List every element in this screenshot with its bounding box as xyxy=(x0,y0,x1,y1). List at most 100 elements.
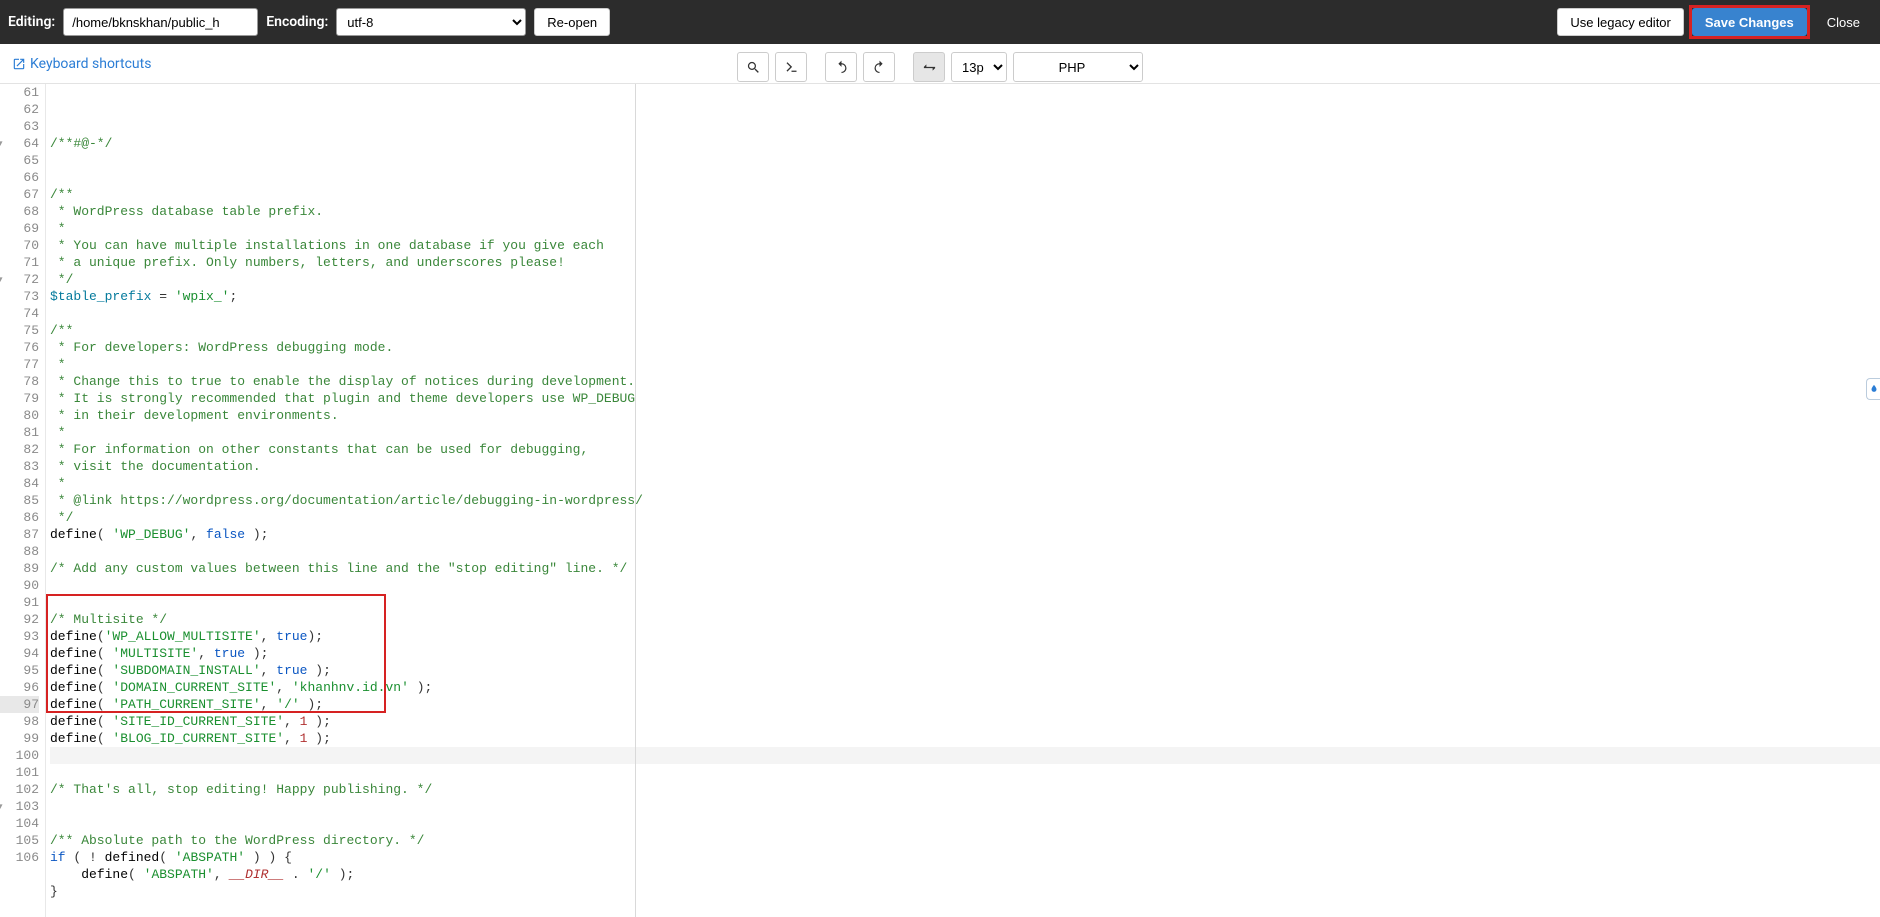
line-number: 98 xyxy=(0,713,39,730)
code-line[interactable]: define( 'DOMAIN_CURRENT_SITE', 'khanhnv.… xyxy=(50,679,1880,696)
fold-marker-icon[interactable]: ▾ xyxy=(0,272,3,289)
wrap-toggle-button[interactable] xyxy=(913,52,945,82)
save-changes-button[interactable]: Save Changes xyxy=(1692,8,1807,36)
code-line[interactable]: /** Absolute path to the WordPress direc… xyxy=(50,832,1880,849)
code-line[interactable]: define('WP_ALLOW_MULTISITE', true); xyxy=(50,628,1880,645)
line-number: 61 xyxy=(0,84,39,101)
code-line[interactable]: * xyxy=(50,220,1880,237)
file-path-input[interactable] xyxy=(63,8,258,36)
line-number: 78 xyxy=(0,373,39,390)
code-line[interactable]: * a unique prefix. Only numbers, letters… xyxy=(50,254,1880,271)
language-select[interactable]: PHP xyxy=(1013,52,1143,82)
code-line[interactable]: define( 'BLOG_ID_CURRENT_SITE', 1 ); xyxy=(50,730,1880,747)
line-number: 68 xyxy=(0,203,39,220)
code-line[interactable]: * xyxy=(50,475,1880,492)
line-number: 99 xyxy=(0,730,39,747)
side-panel-tab[interactable] xyxy=(1866,378,1880,400)
code-line[interactable]: */ xyxy=(50,271,1880,288)
code-line[interactable] xyxy=(50,152,1880,169)
line-number: 91 xyxy=(0,594,39,611)
line-number: 93 xyxy=(0,628,39,645)
code-line[interactable]: /* Multisite */ xyxy=(50,611,1880,628)
code-line[interactable]: define( 'ABSPATH', __DIR__ . '/' ); xyxy=(50,866,1880,883)
code-line[interactable] xyxy=(50,798,1880,815)
code-line[interactable]: if ( ! defined( 'ABSPATH' ) ) { xyxy=(50,849,1880,866)
line-number: 77 xyxy=(0,356,39,373)
code-line[interactable]: * You can have multiple installations in… xyxy=(50,237,1880,254)
line-number: 80 xyxy=(0,407,39,424)
code-line[interactable]: * visit the documentation. xyxy=(50,458,1880,475)
code-line[interactable] xyxy=(50,305,1880,322)
editor-toolbar: 13px PHP xyxy=(737,52,1143,82)
code-line[interactable]: * It is strongly recommended that plugin… xyxy=(50,390,1880,407)
line-number: 83 xyxy=(0,458,39,475)
line-number: 65 xyxy=(0,152,39,169)
line-number: 70 xyxy=(0,237,39,254)
code-line[interactable]: * xyxy=(50,424,1880,441)
code-line[interactable]: */ xyxy=(50,509,1880,526)
code-line[interactable]: * For developers: WordPress debugging mo… xyxy=(50,339,1880,356)
keyboard-shortcuts-link[interactable]: Keyboard shortcuts xyxy=(12,56,151,72)
fold-marker-icon[interactable]: ▾ xyxy=(0,136,3,153)
undo-button[interactable] xyxy=(825,52,857,82)
line-number: 74 xyxy=(0,305,39,322)
line-number: 95 xyxy=(0,662,39,679)
line-number: 103▾ xyxy=(0,798,39,815)
code-line[interactable] xyxy=(50,815,1880,832)
code-line[interactable] xyxy=(50,900,1880,917)
code-line[interactable] xyxy=(50,764,1880,781)
keyboard-shortcuts-label: Keyboard shortcuts xyxy=(30,56,151,72)
close-button[interactable]: Close xyxy=(1815,8,1872,36)
line-number: 97 xyxy=(0,696,39,713)
code-line[interactable]: * @link https://wordpress.org/documentat… xyxy=(50,492,1880,509)
terminal-icon xyxy=(784,60,799,75)
search-button[interactable] xyxy=(737,52,769,82)
line-number: 71 xyxy=(0,254,39,271)
code-line[interactable] xyxy=(50,543,1880,560)
code-line[interactable]: * in their development environments. xyxy=(50,407,1880,424)
code-line[interactable]: define( 'PATH_CURRENT_SITE', '/' ); xyxy=(50,696,1880,713)
terminal-button[interactable] xyxy=(775,52,807,82)
line-number: 63 xyxy=(0,118,39,135)
reopen-button[interactable]: Re-open xyxy=(534,8,610,36)
line-number: 102 xyxy=(0,781,39,798)
line-number: 96 xyxy=(0,679,39,696)
code-line[interactable] xyxy=(50,577,1880,594)
code-line[interactable]: $table_prefix = 'wpix_'; xyxy=(50,288,1880,305)
code-line[interactable]: /* That's all, stop editing! Happy publi… xyxy=(50,781,1880,798)
code-content[interactable]: /**#@-*/ /** * WordPress database table p… xyxy=(46,84,1880,917)
line-number: 64▾ xyxy=(0,135,39,152)
line-number: 101 xyxy=(0,764,39,781)
code-line[interactable]: /* Add any custom values between this li… xyxy=(50,560,1880,577)
code-line[interactable]: define( 'WP_DEBUG', false ); xyxy=(50,526,1880,543)
line-number: 62 xyxy=(0,101,39,118)
line-number: 79 xyxy=(0,390,39,407)
code-line[interactable]: /**#@-*/ xyxy=(50,135,1880,152)
legacy-editor-button[interactable]: Use legacy editor xyxy=(1557,8,1683,36)
code-line[interactable]: define( 'SITE_ID_CURRENT_SITE', 1 ); xyxy=(50,713,1880,730)
line-number: 66 xyxy=(0,169,39,186)
code-line[interactable]: * WordPress database table prefix. xyxy=(50,203,1880,220)
line-number: 82 xyxy=(0,441,39,458)
line-number: 73 xyxy=(0,288,39,305)
code-line[interactable] xyxy=(50,747,1880,764)
code-line[interactable]: /** xyxy=(50,186,1880,203)
redo-icon xyxy=(872,60,887,75)
redo-button[interactable] xyxy=(863,52,895,82)
code-line[interactable]: * Change this to true to enable the disp… xyxy=(50,373,1880,390)
external-link-icon xyxy=(12,57,26,71)
code-line[interactable] xyxy=(50,594,1880,611)
code-line[interactable]: define( 'MULTISITE', true ); xyxy=(50,645,1880,662)
font-size-select[interactable]: 13px xyxy=(951,52,1007,82)
code-line[interactable]: /** xyxy=(50,322,1880,339)
code-line[interactable]: } xyxy=(50,883,1880,900)
code-line[interactable]: define( 'SUBDOMAIN_INSTALL', true ); xyxy=(50,662,1880,679)
line-number-gutter: 61626364▾6566676869707172▾73747576777879… xyxy=(0,84,46,917)
fold-marker-icon[interactable]: ▾ xyxy=(0,799,3,816)
code-line[interactable]: * xyxy=(50,356,1880,373)
encoding-select[interactable]: utf-8 xyxy=(336,8,526,36)
encoding-label: Encoding: xyxy=(266,14,328,30)
code-line[interactable] xyxy=(50,169,1880,186)
code-line[interactable]: * For information on other constants tha… xyxy=(50,441,1880,458)
undo-icon xyxy=(834,60,849,75)
